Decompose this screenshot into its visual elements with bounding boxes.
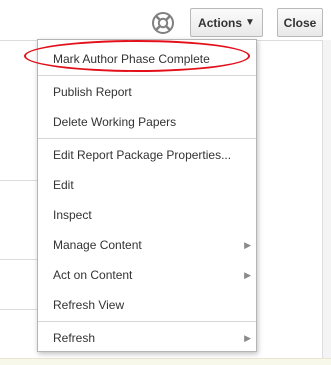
menu-item-label: Refresh View bbox=[53, 298, 125, 312]
bg-divider bbox=[0, 259, 37, 260]
menu-item-publish-report[interactable]: Publish Report bbox=[38, 77, 256, 107]
bg-divider bbox=[0, 180, 37, 181]
help-lifebuoy-icon[interactable] bbox=[151, 11, 175, 35]
menu-item-mark-author-phase-complete[interactable]: Mark Author Phase Complete bbox=[38, 44, 256, 74]
bg-divider bbox=[0, 309, 37, 310]
menu-item-refresh-view[interactable]: Refresh View bbox=[38, 290, 256, 320]
menu-separator bbox=[38, 138, 256, 139]
menu-item-edit[interactable]: Edit bbox=[38, 170, 256, 200]
close-button-label: Close bbox=[283, 15, 317, 30]
menu-item-refresh[interactable]: Refresh ▶ bbox=[38, 323, 256, 353]
menu-item-label: Delete Working Papers bbox=[53, 115, 177, 129]
menu-item-act-on-content[interactable]: Act on Content ▶ bbox=[38, 260, 256, 290]
menu-item-label: Inspect bbox=[53, 208, 92, 222]
submenu-arrow-icon: ▶ bbox=[244, 240, 251, 250]
menu-item-label: Act on Content bbox=[53, 268, 133, 282]
menu-separator bbox=[38, 321, 256, 322]
submenu-arrow-icon: ▶ bbox=[244, 270, 251, 280]
menu-separator bbox=[38, 75, 256, 76]
menu-item-label: Edit Report Package Properties... bbox=[53, 148, 232, 162]
actions-button[interactable]: Actions ▼ bbox=[190, 8, 263, 37]
menu-item-edit-report-package-properties[interactable]: Edit Report Package Properties... bbox=[38, 140, 256, 170]
menu-item-manage-content[interactable]: Manage Content ▶ bbox=[38, 230, 256, 260]
close-button[interactable]: Close bbox=[277, 8, 323, 37]
menu-item-label: Edit bbox=[53, 178, 74, 192]
caret-down-icon: ▼ bbox=[245, 16, 255, 28]
menu-item-delete-working-papers[interactable]: Delete Working Papers bbox=[38, 107, 256, 137]
menu-item-inspect[interactable]: Inspect bbox=[38, 200, 256, 230]
submenu-arrow-icon: ▶ bbox=[244, 333, 251, 343]
menu-item-label: Mark Author Phase Complete bbox=[53, 52, 210, 66]
actions-button-label: Actions bbox=[198, 15, 243, 30]
page-scroll-edge bbox=[322, 40, 331, 360]
actions-dropdown-menu: Mark Author Phase Complete Publish Repor… bbox=[37, 39, 257, 352]
menu-item-label: Publish Report bbox=[53, 85, 132, 99]
menu-item-label: Refresh bbox=[53, 331, 96, 345]
menu-item-label: Manage Content bbox=[53, 238, 142, 252]
page-footer-strip bbox=[0, 358, 331, 365]
